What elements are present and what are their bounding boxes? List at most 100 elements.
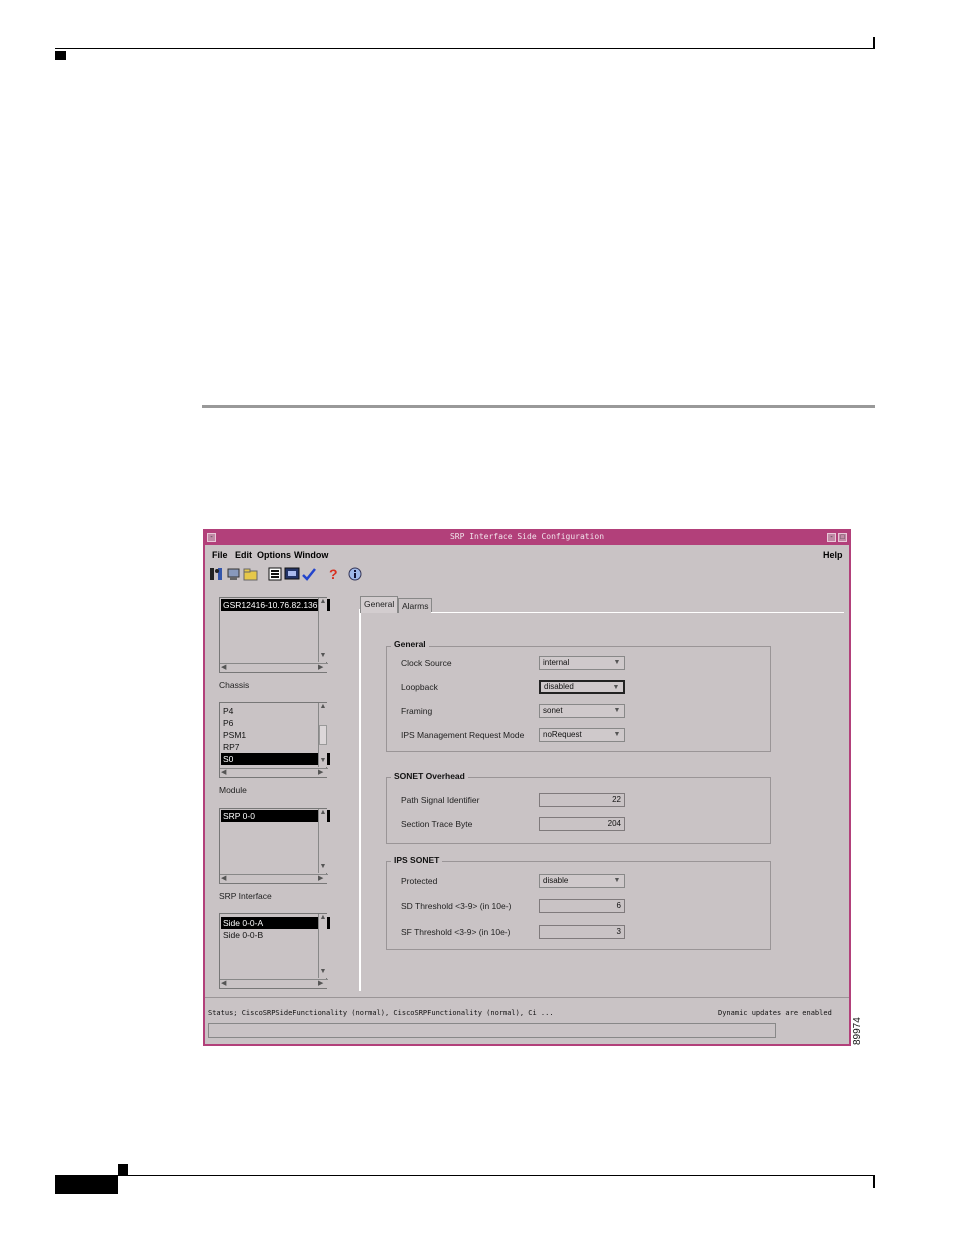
sf-threshold-label: SF Threshold <3-9> (in 10e-) — [401, 927, 511, 937]
scroll-left-icon[interactable]: ◀ — [221, 769, 226, 777]
srp-interface-list-items: SRP 0-0 — [221, 810, 330, 822]
chassis-vscroll[interactable]: ▲ ▼ — [318, 598, 327, 662]
title-bar[interactable]: - SRP Interface Side Configuration - □ — [205, 531, 849, 545]
chassis-label: Chassis — [219, 680, 250, 690]
info-icon[interactable] — [347, 566, 363, 582]
tab-alarms[interactable]: Alarms — [398, 598, 433, 613]
srp-interface-list[interactable]: SRP 0-0 ▲ ▼ ◀ ▶ — [219, 808, 330, 884]
sf-threshold-field[interactable]: 3 — [539, 925, 625, 939]
monitor-icon[interactable] — [284, 566, 300, 582]
scroll-up-icon[interactable]: ▲ — [319, 809, 327, 817]
chassis-item[interactable]: GSR12416-10.76.82.136 — [221, 599, 330, 611]
path-signal-field[interactable]: 22 — [539, 793, 625, 807]
protected-select[interactable]: disable ▼ — [539, 874, 625, 888]
menu-edit[interactable]: Edit — [235, 550, 252, 560]
srp-interface-label: SRP Interface — [219, 891, 272, 901]
scroll-right-icon[interactable]: ▶ — [318, 980, 323, 988]
side-vscroll[interactable]: ▲ ▼ — [318, 914, 327, 978]
scroll-right-icon[interactable]: ▶ — [318, 875, 323, 883]
minimize-button[interactable]: - — [827, 533, 836, 542]
scroll-up-icon[interactable]: ▲ — [319, 598, 327, 606]
ips-sonet-title: IPS SONET — [391, 855, 443, 865]
footer-page-tab — [55, 1176, 118, 1194]
loopback-value: disabled — [544, 682, 574, 691]
panel-left-edge — [359, 609, 361, 991]
menu-file[interactable]: File — [212, 550, 228, 560]
scroll-down-icon[interactable]: ▼ — [319, 863, 327, 871]
dropdown-arrow-icon: ▼ — [613, 707, 621, 714]
framing-label: Framing — [401, 706, 433, 716]
module-hscroll[interactable]: ◀ ▶ — [220, 768, 328, 777]
framing-value: sonet — [543, 706, 563, 715]
svg-text:?: ? — [329, 566, 338, 582]
side-item[interactable]: Side 0-0-A — [221, 917, 330, 929]
chassis-list[interactable]: GSR12416-10.76.82.136 ▲ ▼ ◀ ▶ — [219, 597, 330, 673]
module-item[interactable]: PSM1 — [221, 729, 330, 741]
module-item[interactable]: P6 — [221, 717, 330, 729]
check-icon[interactable] — [301, 566, 317, 582]
menu-bar: File Edit Options Window Help — [205, 546, 849, 563]
loopback-select[interactable]: disabled ▼ — [539, 680, 625, 694]
section-trace-field[interactable]: 204 — [539, 817, 625, 831]
module-item[interactable]: P4 — [221, 705, 330, 717]
general-title: General — [391, 639, 429, 649]
chassis-list-items: GSR12416-10.76.82.136 — [221, 599, 330, 611]
side-list-items: Side 0-0-A Side 0-0-B — [221, 917, 330, 941]
clock-source-select[interactable]: internal ▼ — [539, 656, 625, 670]
footer-tick — [873, 1176, 875, 1188]
clock-source-label: Clock Source — [401, 658, 452, 668]
scroll-up-icon[interactable]: ▲ — [319, 703, 327, 711]
toolbar: ? — [207, 566, 507, 586]
status-text: Status; CiscoSRPSideFunctionality (norma… — [208, 1009, 554, 1017]
srp-config-window: - SRP Interface Side Configuration - □ F… — [203, 529, 851, 1046]
scroll-down-icon[interactable]: ▼ — [319, 652, 327, 660]
header-tick — [873, 37, 875, 49]
menu-help[interactable]: Help — [823, 550, 843, 560]
module-vscroll[interactable]: ▲ ▼ — [318, 703, 327, 767]
figure-number: 89974 — [852, 1017, 863, 1045]
dynamic-updates-text: Dynamic updates are enabled — [718, 1009, 832, 1017]
scroll-down-icon[interactable]: ▼ — [319, 757, 327, 765]
list-icon[interactable] — [267, 566, 283, 582]
status-separator — [205, 997, 849, 998]
side-item[interactable]: Side 0-0-B — [221, 929, 330, 941]
framing-select[interactable]: sonet ▼ — [539, 704, 625, 718]
ips-mgmt-select[interactable]: noRequest ▼ — [539, 728, 625, 742]
module-label: Module — [219, 785, 247, 795]
maximize-button[interactable]: □ — [838, 533, 847, 542]
dropdown-arrow-icon: ▼ — [613, 731, 621, 738]
protected-label: Protected — [401, 876, 438, 886]
side-hscroll[interactable]: ◀ ▶ — [220, 979, 328, 988]
scroll-right-icon[interactable]: ▶ — [318, 664, 323, 672]
header-rule — [55, 48, 875, 49]
chassis-hscroll[interactable]: ◀ ▶ — [220, 663, 328, 672]
module-item[interactable]: RP7 — [221, 741, 330, 753]
side-list[interactable]: Side 0-0-A Side 0-0-B ▲ ▼ ◀ ▶ — [219, 913, 330, 989]
folder-icon[interactable] — [243, 566, 259, 582]
scroll-left-icon[interactable]: ◀ — [221, 664, 226, 672]
scroll-down-icon[interactable]: ▼ — [319, 968, 327, 976]
status-progress-field — [208, 1023, 776, 1038]
srp-interface-hscroll[interactable]: ◀ ▶ — [220, 874, 328, 883]
ips-mgmt-value: noRequest — [543, 730, 582, 739]
sd-threshold-field[interactable]: 6 — [539, 899, 625, 913]
footer-marker — [118, 1164, 128, 1175]
scroll-left-icon[interactable]: ◀ — [221, 875, 226, 883]
scroll-left-icon[interactable]: ◀ — [221, 980, 226, 988]
help-icon[interactable]: ? — [325, 566, 341, 582]
srp-interface-vscroll[interactable]: ▲ ▼ — [318, 809, 327, 873]
srp-interface-item[interactable]: SRP 0-0 — [221, 810, 330, 822]
loopback-label: Loopback — [401, 682, 438, 692]
module-list-items: P4 P6 PSM1 RP7 S0 — [221, 705, 330, 765]
tab-general[interactable]: General — [360, 596, 399, 613]
scroll-up-icon[interactable]: ▲ — [319, 914, 327, 922]
scroll-right-icon[interactable]: ▶ — [318, 769, 323, 777]
network-icon[interactable] — [226, 566, 242, 582]
module-list[interactable]: P4 P6 PSM1 RP7 S0 ▲ ▼ ◀ ▶ — [219, 702, 330, 778]
menu-window[interactable]: Window — [294, 550, 328, 560]
exit-icon[interactable] — [209, 566, 225, 582]
scroll-thumb[interactable] — [319, 725, 327, 745]
module-item[interactable]: S0 — [221, 753, 330, 765]
menu-options[interactable]: Options — [257, 550, 291, 560]
footer-rule — [55, 1175, 875, 1176]
